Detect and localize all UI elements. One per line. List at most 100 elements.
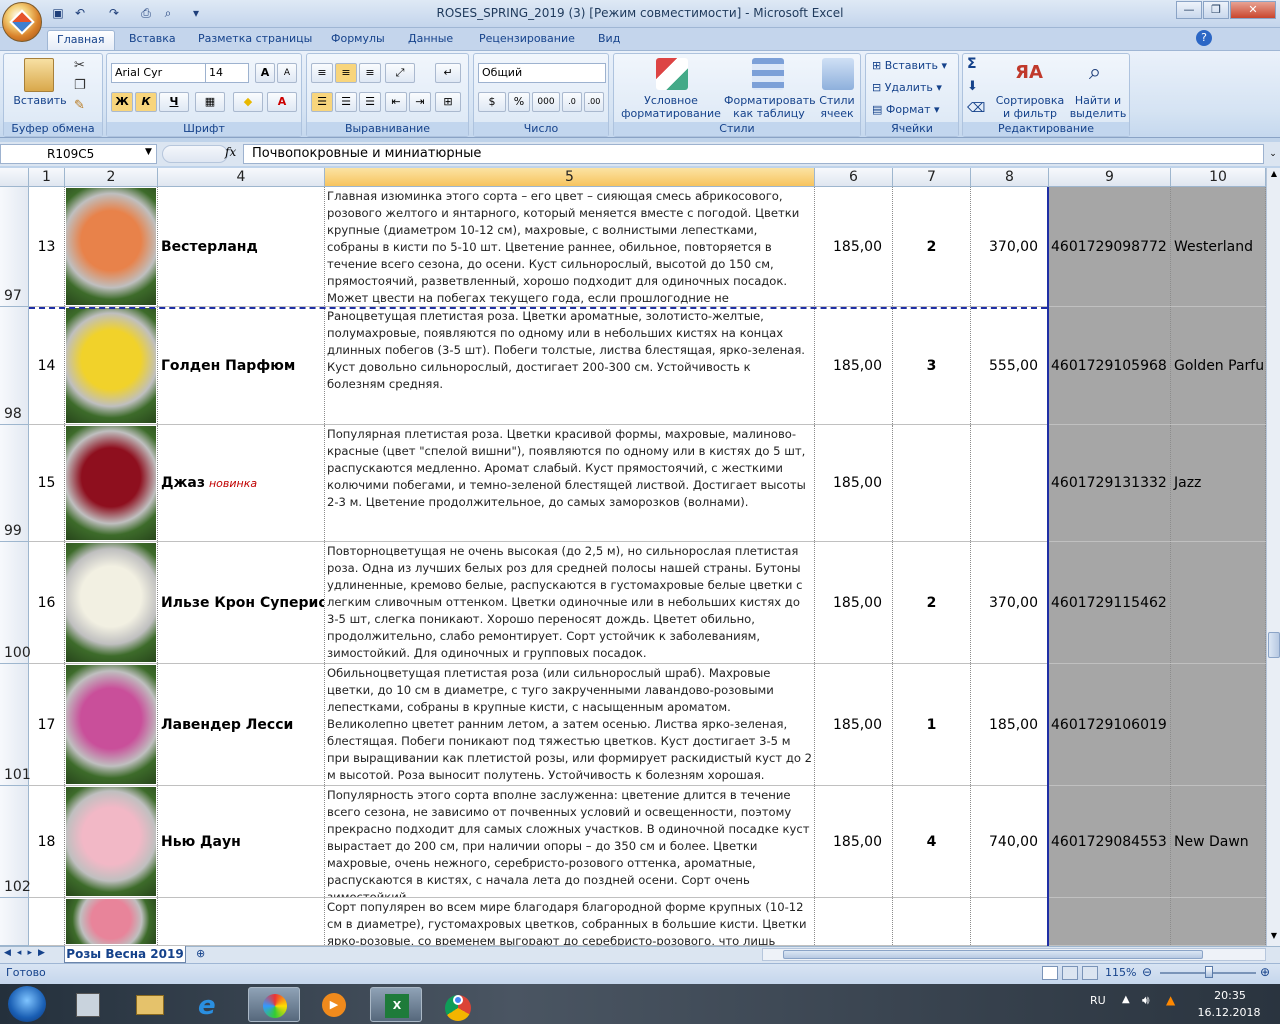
maximize-button[interactable]: ❐: [1203, 1, 1229, 19]
code-cell[interactable]: 4601729106019: [1049, 664, 1171, 785]
desc-cell[interactable]: Раноцветущая плетистая роза. Цветки аром…: [325, 307, 815, 424]
horizontal-scrollbar[interactable]: [762, 948, 1266, 961]
find-select-button[interactable]: Найти и выделить: [1067, 94, 1129, 120]
tab-home[interactable]: Главная: [47, 30, 115, 50]
wrap-text-button[interactable]: ↵: [435, 63, 461, 83]
sum-cell[interactable]: [971, 425, 1049, 541]
qty-cell[interactable]: 2: [893, 542, 971, 663]
scroll-down-icon[interactable]: ▼: [1268, 931, 1280, 945]
taskbar-chrome[interactable]: [432, 987, 484, 1022]
autosum-button[interactable]: Σ: [967, 57, 977, 71]
shrink-font-button[interactable]: A: [277, 63, 297, 83]
rose-photo-cell[interactable]: [65, 187, 158, 306]
tab-data[interactable]: Данные: [399, 30, 462, 50]
increase-decimal-button[interactable]: .0: [562, 92, 582, 112]
format-as-table-button[interactable]: Форматировать как таблицу: [724, 94, 816, 120]
currency-button[interactable]: $: [478, 92, 506, 112]
num-cell[interactable]: 13: [29, 187, 65, 306]
sheet-nav-icons[interactable]: ◀◂▸▶: [4, 948, 51, 958]
grow-font-button[interactable]: A: [255, 63, 275, 83]
vertical-scroll-thumb[interactable]: [1268, 632, 1280, 658]
latin-cell[interactable]: New Dawn: [1171, 786, 1266, 897]
sum-cell[interactable]: 370,00: [971, 542, 1049, 663]
sum-cell[interactable]: [971, 898, 1049, 945]
insert-cells-button[interactable]: ⊞ Вставить ▾: [872, 59, 956, 72]
align-left-button[interactable]: ☰: [311, 92, 333, 112]
increase-indent-button[interactable]: ⇥: [409, 92, 431, 112]
code-cell[interactable]: 4601729131332: [1049, 425, 1171, 541]
align-middle-button[interactable]: ≡: [335, 63, 357, 83]
latin-cell[interactable]: Jazz: [1171, 425, 1266, 541]
sum-cell[interactable]: 555,00: [971, 307, 1049, 424]
desc-cell[interactable]: Главная изюминка этого сорта – его цвет …: [325, 187, 815, 306]
sum-cell[interactable]: 370,00: [971, 187, 1049, 306]
latin-cell[interactable]: Westerland: [1171, 187, 1266, 306]
font-size-combo[interactable]: 14: [205, 63, 249, 83]
desc-cell[interactable]: Популярность этого сорта вполне заслужен…: [325, 786, 815, 897]
close-button[interactable]: ✕: [1230, 1, 1276, 19]
sum-cell[interactable]: 740,00: [971, 786, 1049, 897]
tab-formulas[interactable]: Формулы: [322, 30, 394, 50]
cut-icon[interactable]: ✂: [74, 58, 85, 73]
tab-review[interactable]: Рецензирование: [470, 30, 584, 50]
row-header[interactable]: 99: [0, 425, 29, 542]
decrease-decimal-button[interactable]: .00: [584, 92, 604, 112]
bold-button[interactable]: Ж: [111, 92, 133, 112]
variety-name-cell[interactable]: Вестерланд: [158, 187, 325, 306]
copy-icon[interactable]: ❐: [74, 78, 86, 93]
col-header-7[interactable]: 7: [893, 168, 971, 187]
rose-photo-cell[interactable]: [65, 542, 158, 663]
price-cell[interactable]: 185,00: [815, 542, 893, 663]
fill-icon[interactable]: ⬇: [967, 80, 978, 93]
formula-expand-button[interactable]: [162, 145, 228, 163]
price-cell[interactable]: 185,00: [815, 786, 893, 897]
col-header-8[interactable]: 8: [971, 168, 1049, 187]
qty-cell[interactable]: [893, 898, 971, 945]
taskbar-excel[interactable]: X: [370, 987, 422, 1022]
col-header-9[interactable]: 9: [1049, 168, 1171, 187]
formula-input[interactable]: Почвопокровные и миниатюрные: [243, 144, 1264, 164]
col-header-5[interactable]: 5: [325, 168, 815, 187]
qty-cell[interactable]: 3: [893, 307, 971, 424]
code-cell[interactable]: 4601729084553: [1049, 786, 1171, 897]
taskbar-calculator[interactable]: [62, 987, 114, 1022]
tab-view[interactable]: Вид: [589, 30, 629, 50]
desc-cell[interactable]: Сорт популярен во всем мире благодаря бл…: [325, 898, 815, 945]
rose-photo-cell[interactable]: [65, 307, 158, 424]
qty-cell[interactable]: [893, 425, 971, 541]
cell-styles-button[interactable]: Стили ячеек: [814, 94, 860, 120]
merge-cells-button[interactable]: ⊞: [435, 92, 461, 112]
latin-cell[interactable]: [1171, 664, 1266, 785]
price-cell[interactable]: 185,00: [815, 187, 893, 306]
sort-filter-button[interactable]: Сортировка и фильтр: [993, 94, 1067, 120]
borders-button[interactable]: ▦: [195, 92, 225, 112]
row-header[interactable]: 97: [0, 187, 29, 307]
num-cell[interactable]: [29, 898, 65, 945]
row-header[interactable]: 102: [0, 786, 31, 898]
tray-network-icon[interactable]: ▲: [1166, 993, 1175, 1007]
col-header-2[interactable]: 2: [65, 168, 158, 187]
price-cell[interactable]: 185,00: [815, 425, 893, 541]
code-cell[interactable]: [1049, 898, 1171, 945]
name-box[interactable]: R109C5: [0, 144, 157, 164]
tray-volume-icon[interactable]: 🔊︎: [1142, 993, 1150, 1008]
select-all-corner[interactable]: [0, 168, 29, 187]
align-bottom-button[interactable]: ≡: [359, 63, 381, 83]
decrease-indent-button[interactable]: ⇤: [385, 92, 407, 112]
price-cell[interactable]: [815, 898, 893, 945]
rose-photo-cell[interactable]: [65, 425, 158, 541]
paste-button[interactable]: Вставить: [10, 94, 70, 107]
rose-photo-cell[interactable]: [65, 786, 158, 897]
taskbar-date[interactable]: 16.12.2018: [1196, 1006, 1262, 1019]
desc-cell[interactable]: Популярная плетистая роза. Цветки красив…: [325, 425, 815, 541]
col-header-4[interactable]: 4: [158, 168, 325, 187]
desc-cell[interactable]: Обильноцветущая плетистая роза (или силь…: [325, 664, 815, 785]
rose-photo-cell[interactable]: [65, 664, 158, 785]
insert-sheet-icon[interactable]: ⊕: [196, 947, 214, 962]
num-cell[interactable]: 14: [29, 307, 65, 424]
num-cell[interactable]: 17: [29, 664, 65, 785]
code-cell[interactable]: 4601729115462: [1049, 542, 1171, 663]
price-cell[interactable]: 185,00: [815, 307, 893, 424]
percent-button[interactable]: %: [508, 92, 530, 112]
qty-cell[interactable]: 1: [893, 664, 971, 785]
